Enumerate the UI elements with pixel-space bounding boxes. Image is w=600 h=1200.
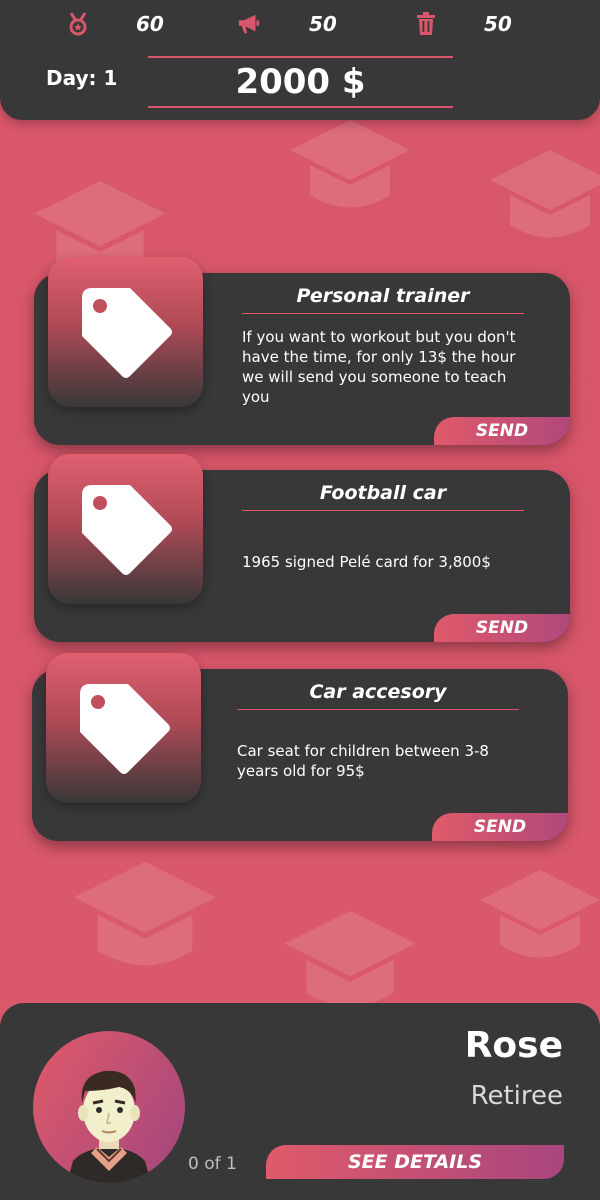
price-tag-icon <box>81 485 172 575</box>
graduation-cap-icon <box>490 150 600 238</box>
stat-reputation: 60 <box>66 10 164 38</box>
graduation-cap-icon <box>284 910 416 1007</box>
person-avatar-icon <box>67 1070 151 1183</box>
send-button[interactable]: SEND <box>434 417 570 445</box>
offer-description: If you want to workout but you don't hav… <box>242 328 516 406</box>
send-button[interactable]: SEND <box>434 614 570 642</box>
offer-thumbnail <box>48 454 203 604</box>
offer-title: Football car <box>319 482 447 504</box>
trash-icon <box>414 12 438 36</box>
medal-icon <box>66 12 90 36</box>
character-name: Rose <box>464 1025 563 1066</box>
offer-title: Car accesory <box>309 681 447 703</box>
offer-card: Personal trainer If you want to workout … <box>34 257 570 445</box>
send-button[interactable]: SEND <box>432 813 568 841</box>
character-pager: 0 of 1 <box>188 1154 237 1174</box>
graduation-cap-icon <box>290 120 410 208</box>
offer-thumbnail <box>48 257 203 407</box>
money-display: 2000 $ <box>148 56 453 108</box>
graduation-cap-icon <box>480 870 600 958</box>
money-value: 2000 $ <box>235 62 366 102</box>
character-panel: Rose Retiree 0 of 1 SEE DETAILS <box>0 1003 600 1200</box>
title-divider <box>237 709 519 710</box>
top-bar: 60 50 50 Day: 1 2000 $ <box>0 0 600 120</box>
offer-thumbnail <box>46 653 201 803</box>
offer-card: Car accesory Car seat for children betwe… <box>32 653 568 841</box>
offer-title: Personal trainer <box>296 285 470 307</box>
day-counter: Day: 1 <box>46 66 118 90</box>
title-divider <box>242 313 524 314</box>
offer-description: Car seat for children between 3-8 years … <box>237 742 489 780</box>
price-tag-icon <box>79 684 170 774</box>
title-divider <box>242 510 524 511</box>
stat-marketing: 50 <box>237 10 337 38</box>
character-avatar <box>33 1031 185 1183</box>
character-role: Retiree <box>470 1081 563 1111</box>
offer-card: Football car 1965 signed Pelé card for 3… <box>34 454 570 642</box>
waste-value: 50 <box>484 12 512 36</box>
stat-waste: 50 <box>414 10 512 38</box>
graduation-cap-icon <box>74 861 216 966</box>
offer-description: 1965 signed Pelé card for 3,800$ <box>242 553 491 571</box>
megaphone-icon <box>237 12 261 36</box>
price-tag-icon <box>81 288 172 378</box>
reputation-value: 60 <box>136 12 164 36</box>
marketing-value: 50 <box>309 12 337 36</box>
see-details-button[interactable]: SEE DETAILS <box>266 1145 564 1179</box>
